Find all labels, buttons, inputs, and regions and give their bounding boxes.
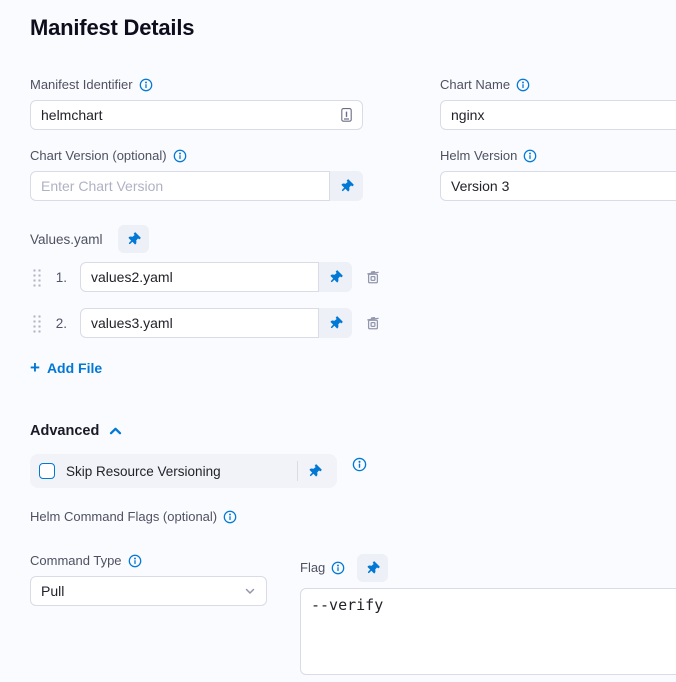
values-file-row: 1.	[30, 262, 676, 292]
pin-icon[interactable]	[319, 262, 352, 292]
chevron-up-icon	[109, 426, 122, 436]
chart-name-label: Chart Name	[440, 78, 676, 92]
add-file-button[interactable]: + Add File	[30, 360, 102, 376]
divider	[297, 461, 298, 481]
pin-icon[interactable]	[319, 308, 352, 338]
chevron-down-icon	[244, 585, 256, 597]
info-icon[interactable]	[331, 561, 345, 575]
page-title: Manifest Details	[30, 15, 676, 41]
helm-version-select[interactable]: Version 3	[440, 171, 676, 201]
manifest-identifier-label: Manifest Identifier	[30, 78, 363, 92]
info-icon[interactable]	[128, 554, 142, 568]
skip-resource-versioning-card: Skip Resource Versioning	[30, 454, 337, 488]
info-icon[interactable]	[516, 78, 530, 92]
plus-icon: +	[30, 361, 40, 375]
info-icon[interactable]	[173, 149, 187, 163]
pin-icon[interactable]	[300, 457, 328, 485]
command-type-label: Command Type	[30, 554, 267, 568]
skip-resource-versioning-label: Skip Resource Versioning	[66, 464, 297, 479]
delete-file-icon[interactable]	[365, 315, 381, 331]
flag-label: Flag	[300, 561, 345, 575]
delete-file-icon[interactable]	[365, 269, 381, 285]
values-yaml-label: Values.yaml	[30, 232, 103, 247]
file-index: 1.	[41, 270, 67, 285]
values-file-input[interactable]	[80, 262, 319, 292]
drag-handle-icon[interactable]	[32, 268, 41, 287]
pin-icon[interactable]	[330, 171, 363, 201]
manifest-identifier-input[interactable]	[30, 100, 363, 130]
manifest-details-form: Manifest Details Manifest Identifier	[0, 0, 676, 680]
flag-input[interactable]: --verify	[300, 588, 676, 675]
chart-name-input[interactable]	[440, 100, 676, 130]
chart-version-input[interactable]	[30, 171, 330, 201]
info-icon[interactable]	[352, 457, 367, 472]
skip-resource-versioning-checkbox[interactable]	[39, 463, 55, 479]
pin-icon[interactable]	[118, 225, 149, 253]
info-icon[interactable]	[223, 510, 237, 524]
values-file-row: 2.	[30, 308, 676, 338]
info-icon[interactable]	[139, 78, 153, 92]
info-icon[interactable]	[523, 149, 537, 163]
pin-icon[interactable]	[357, 554, 388, 582]
advanced-section-toggle[interactable]: Advanced	[30, 423, 122, 439]
chart-version-label: Chart Version (optional)	[30, 149, 363, 163]
edit-id-icon[interactable]	[339, 107, 354, 123]
command-type-select[interactable]: Pull	[30, 576, 267, 606]
file-index: 2.	[41, 316, 67, 331]
helm-command-flags-label: Helm Command Flags (optional)	[30, 510, 676, 524]
drag-handle-icon[interactable]	[32, 314, 41, 333]
values-file-input[interactable]	[80, 308, 319, 338]
helm-version-label: Helm Version	[440, 149, 676, 163]
